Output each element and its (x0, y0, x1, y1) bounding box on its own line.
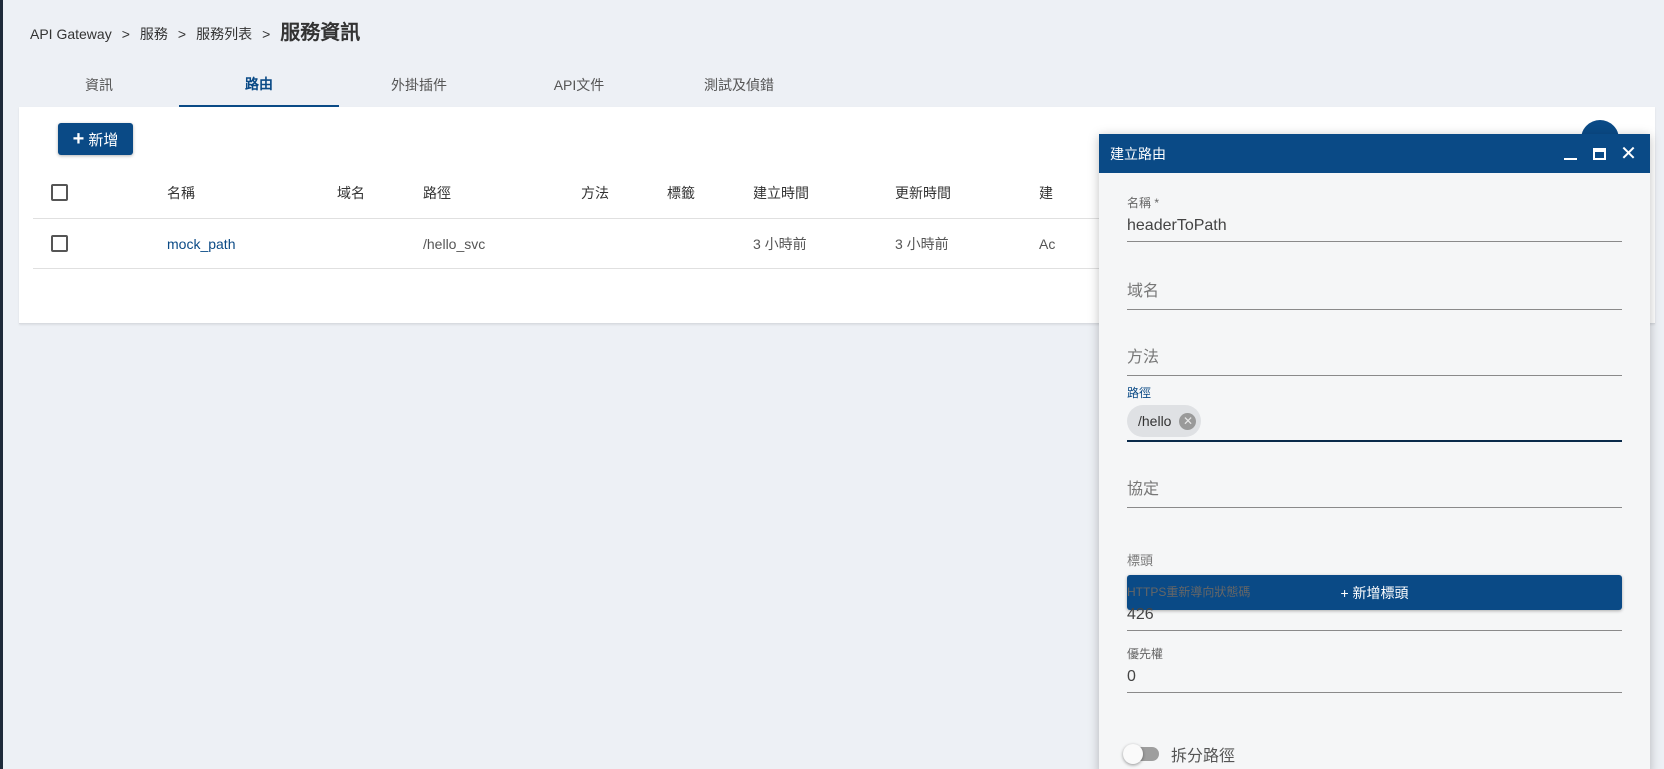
column-header-path[interactable]: 路徑 (423, 167, 451, 218)
tab-test-debug[interactable]: 測試及偵錯 (659, 62, 819, 107)
split-path-toggle[interactable] (1123, 744, 1159, 764)
route-name-link[interactable]: mock_path (167, 219, 235, 268)
dialog-title: 建立路由 (1110, 145, 1166, 162)
breadcrumb-item-services[interactable]: 服務 (140, 24, 168, 44)
route-path: /hello_svc (423, 235, 486, 252)
tab-bar: 資訊 路由 外掛插件 API文件 測試及偵錯 (19, 62, 819, 107)
breadcrumb-separator: > (121, 26, 130, 42)
row-checkbox[interactable] (51, 235, 68, 252)
column-header-created[interactable]: 建立時間 (753, 167, 809, 218)
method-field[interactable]: 方法 (1127, 343, 1622, 376)
method-field-placeholder[interactable]: 方法 (1127, 343, 1622, 375)
add-route-button[interactable]: + 新增 (58, 123, 133, 155)
priority-field[interactable]: 優先權 0 (1127, 645, 1622, 693)
close-icon[interactable]: ✕ (1620, 144, 1637, 164)
row-select-cell (51, 219, 68, 268)
https-redirect-field[interactable]: HTTPS重新導向狀態碼 426 (1127, 583, 1622, 631)
name-field[interactable]: 名稱 * headerToPath (1127, 194, 1622, 242)
domain-field-placeholder[interactable]: 域名 (1127, 277, 1622, 309)
headers-label: 標頭 (1127, 553, 1154, 568)
split-path-label: 拆分路徑 (1171, 748, 1236, 765)
protocol-field-placeholder[interactable]: 協定 (1127, 475, 1622, 507)
toggle-knob (1123, 744, 1143, 764)
routes-table: 名稱 域名 路徑 方法 標籤 建立時間 更新時間 建 mock_path /he… (33, 167, 1133, 269)
plus-icon: + (72, 128, 85, 150)
column-header-more[interactable]: 建 (1039, 167, 1053, 218)
column-header-domain[interactable]: 域名 (337, 167, 365, 218)
tab-plugins[interactable]: 外掛插件 (339, 62, 499, 107)
breadcrumb-item-api-gateway[interactable]: API Gateway (30, 26, 112, 42)
path-chip[interactable]: /hello ✕ (1127, 405, 1202, 437)
tab-api-docs[interactable]: API文件 (499, 62, 659, 107)
select-all-checkbox[interactable] (51, 184, 68, 201)
dialog-header[interactable]: 建立路由 ✕ (1099, 134, 1650, 173)
column-header-method[interactable]: 方法 (581, 167, 609, 218)
https-redirect-label: HTTPS重新導向狀態碼 (1127, 585, 1251, 599)
select-all-cell (51, 167, 68, 218)
name-field-value[interactable]: headerToPath (1127, 217, 1622, 241)
breadcrumb: API Gateway > 服務 > 服務列表 > 服務資訊 (30, 16, 360, 45)
table-header-row: 名稱 域名 路徑 方法 標籤 建立時間 更新時間 建 (33, 167, 1133, 219)
path-field[interactable]: 路徑 /hello ✕ (1127, 384, 1622, 442)
breadcrumb-item-service-list[interactable]: 服務列表 (196, 24, 252, 44)
breadcrumb-separator: > (262, 26, 271, 42)
domain-field[interactable]: 域名 (1127, 277, 1622, 310)
add-route-label: 新增 (88, 131, 119, 149)
path-field-label: 路徑 (1127, 386, 1152, 400)
priority-label: 優先權 (1127, 647, 1164, 661)
route-updated: 3 小時前 (895, 235, 949, 252)
dialog-actions: ✕ (1563, 134, 1637, 173)
route-extra: Ac (1039, 235, 1056, 252)
priority-value[interactable]: 0 (1127, 668, 1622, 692)
column-header-name[interactable]: 名稱 (167, 167, 195, 218)
name-field-label: 名稱 * (1127, 196, 1160, 210)
breadcrumb-separator: > (177, 26, 187, 42)
create-route-dialog: 建立路由 ✕ 名稱 * headerToPath 域名 方法 路徑 /hello… (1099, 134, 1650, 769)
tab-info[interactable]: 資訊 (19, 62, 179, 107)
maximize-icon[interactable] (1592, 146, 1607, 161)
path-chip-label: /hello (1138, 413, 1172, 429)
route-created: 3 小時前 (753, 235, 807, 252)
chip-remove-icon[interactable]: ✕ (1179, 412, 1197, 430)
tab-routes[interactable]: 路由 (179, 62, 339, 107)
split-path-row: 拆分路徑 (1123, 742, 1236, 766)
https-redirect-value[interactable]: 426 (1127, 606, 1622, 630)
protocol-field[interactable]: 協定 (1127, 475, 1622, 508)
column-header-updated[interactable]: 更新時間 (895, 167, 951, 218)
column-header-tags[interactable]: 標籤 (667, 167, 695, 218)
table-row[interactable]: mock_path /hello_svc 3 小時前 3 小時前 Ac (33, 219, 1133, 269)
page-title: 服務資訊 (280, 22, 361, 44)
minimize-icon[interactable] (1563, 146, 1578, 161)
